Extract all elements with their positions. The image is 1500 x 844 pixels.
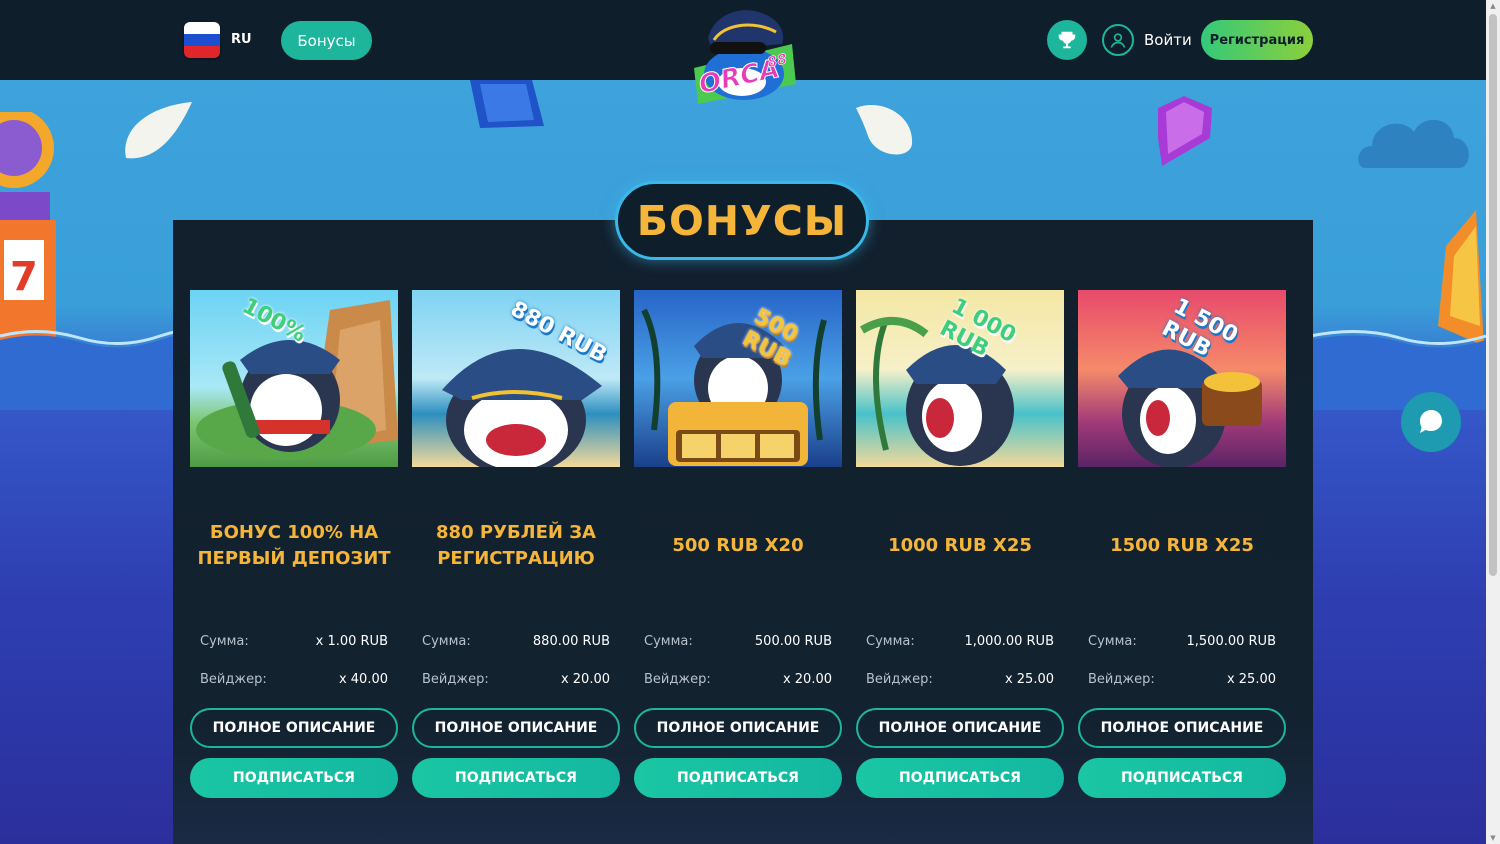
bonus-card-image[interactable]: 100% xyxy=(190,290,398,467)
subscribe-button[interactable]: ПОДПИСАТЬСЯ xyxy=(856,758,1064,798)
bonus-card-image[interactable]: 500 RUB xyxy=(634,290,842,467)
blue-gem-decoration xyxy=(470,80,544,128)
bonus-card-title: 880 РУБЛЕЙ ЗА РЕГИСТРАЦИЮ xyxy=(436,522,596,569)
wager-value: x 20.00 xyxy=(560,672,610,687)
bonus-card-image[interactable]: 1 000 RUB xyxy=(856,290,1064,467)
language-label[interactable]: RU xyxy=(231,32,252,47)
amount-label: Сумма: xyxy=(200,634,249,649)
amount-label: Сумма: xyxy=(1088,634,1137,649)
amount-label: Сумма: xyxy=(644,634,693,649)
scroll-up-arrow-icon[interactable]: ▲ xyxy=(1489,2,1497,10)
amount-value: 1,500.00 RUB xyxy=(1186,634,1277,649)
svg-text:7: 7 xyxy=(10,254,38,300)
full-description-button[interactable]: ПОЛНОЕ ОПИСАНИЕ xyxy=(190,708,398,748)
subscribe-button[interactable]: ПОДПИСАТЬСЯ xyxy=(412,758,620,798)
amount-label: Сумма: xyxy=(422,634,471,649)
scrollbar-thumb[interactable] xyxy=(1489,14,1497,576)
bonus-card: 1 000 RUB 1000 RUB X25 Сумма: 1,000.00 R… xyxy=(856,290,1064,798)
scroll-down-arrow-icon[interactable]: ▼ xyxy=(1489,834,1497,842)
petal-right-decoration xyxy=(856,105,913,155)
wager-label: Вейджер: xyxy=(1088,672,1155,687)
subscribe-button[interactable]: ПОДПИСАТЬСЯ xyxy=(1078,758,1286,798)
subscribe-button[interactable]: ПОДПИСАТЬСЯ xyxy=(190,758,398,798)
page-title-badge: БОНУСЫ xyxy=(615,181,869,260)
bonus-card-title: БОНУС 100% НА ПЕРВЫЙ ДЕПОЗИТ xyxy=(197,522,391,569)
page-scrollbar[interactable]: ▲ ▼ xyxy=(1486,0,1500,844)
user-icon[interactable] xyxy=(1102,24,1134,56)
bonus-card-title: 1500 RUB X25 xyxy=(1110,535,1254,556)
login-link[interactable]: Войти xyxy=(1144,31,1192,49)
full-description-button[interactable]: ПОЛНОЕ ОПИСАНИЕ xyxy=(412,708,620,748)
wager-label: Вейджер: xyxy=(200,672,267,687)
wager-label: Вейджер: xyxy=(422,672,489,687)
russia-flag-icon[interactable] xyxy=(184,22,220,58)
chat-bubble-icon xyxy=(1420,410,1442,433)
amount-value: 500.00 RUB xyxy=(754,634,832,649)
subscribe-button[interactable]: ПОДПИСАТЬСЯ xyxy=(634,758,842,798)
bonus-card: 500 RUB 500 RUB X20 Сумма: 500.00 RUB Ве… xyxy=(634,290,842,798)
bonus-card-image[interactable]: 1 500 RUB xyxy=(1078,290,1286,467)
bonus-card-image[interactable]: 880 RUB xyxy=(412,290,620,467)
bonus-card: 1 500 RUB 1500 RUB X25 Сумма: 1,500.00 R… xyxy=(1078,290,1286,798)
amount-value: 880.00 RUB xyxy=(532,634,610,649)
nav-bonus-button[interactable]: Бонусы xyxy=(281,21,372,60)
full-description-button[interactable]: ПОЛНОЕ ОПИСАНИЕ xyxy=(856,708,1064,748)
full-description-button[interactable]: ПОЛНОЕ ОПИСАНИЕ xyxy=(1078,708,1286,748)
page-title: БОНУСЫ xyxy=(636,196,848,245)
trophy-icon xyxy=(1058,31,1076,49)
bonus-card: 880 RUB 880 РУБЛЕЙ ЗА РЕГИСТРАЦИЮ Сумма:… xyxy=(412,290,620,798)
wager-value: x 40.00 xyxy=(338,672,388,687)
full-description-button[interactable]: ПОЛНОЕ ОПИСАНИЕ xyxy=(634,708,842,748)
purple-gem-decoration xyxy=(1158,96,1212,166)
petal-left-decoration xyxy=(125,102,192,159)
register-button[interactable]: Регистрация xyxy=(1201,20,1313,60)
bonus-card: 100% БОНУС 100% НА ПЕРВЫЙ ДЕПОЗИТ Сумма:… xyxy=(190,290,398,798)
bonus-card-title: 500 RUB X20 xyxy=(672,535,804,556)
amount-value: 1,000.00 RUB xyxy=(964,634,1055,649)
amount-label: Сумма: xyxy=(866,634,915,649)
bonus-card-title: 1000 RUB X25 xyxy=(888,535,1032,556)
wager-label: Вейджер: xyxy=(866,672,933,687)
wager-value: x 25.00 xyxy=(1226,672,1276,687)
wager-value: x 20.00 xyxy=(782,672,832,687)
cloud-decoration xyxy=(1358,119,1469,168)
wager-value: x 25.00 xyxy=(1004,672,1054,687)
orca88-logo[interactable]: ORCA 88 xyxy=(684,4,802,108)
chat-button[interactable] xyxy=(1401,392,1461,452)
amount-value: x 1.00 RUB xyxy=(315,634,388,649)
trophy-button[interactable] xyxy=(1047,20,1087,60)
wager-label: Вейджер: xyxy=(644,672,711,687)
